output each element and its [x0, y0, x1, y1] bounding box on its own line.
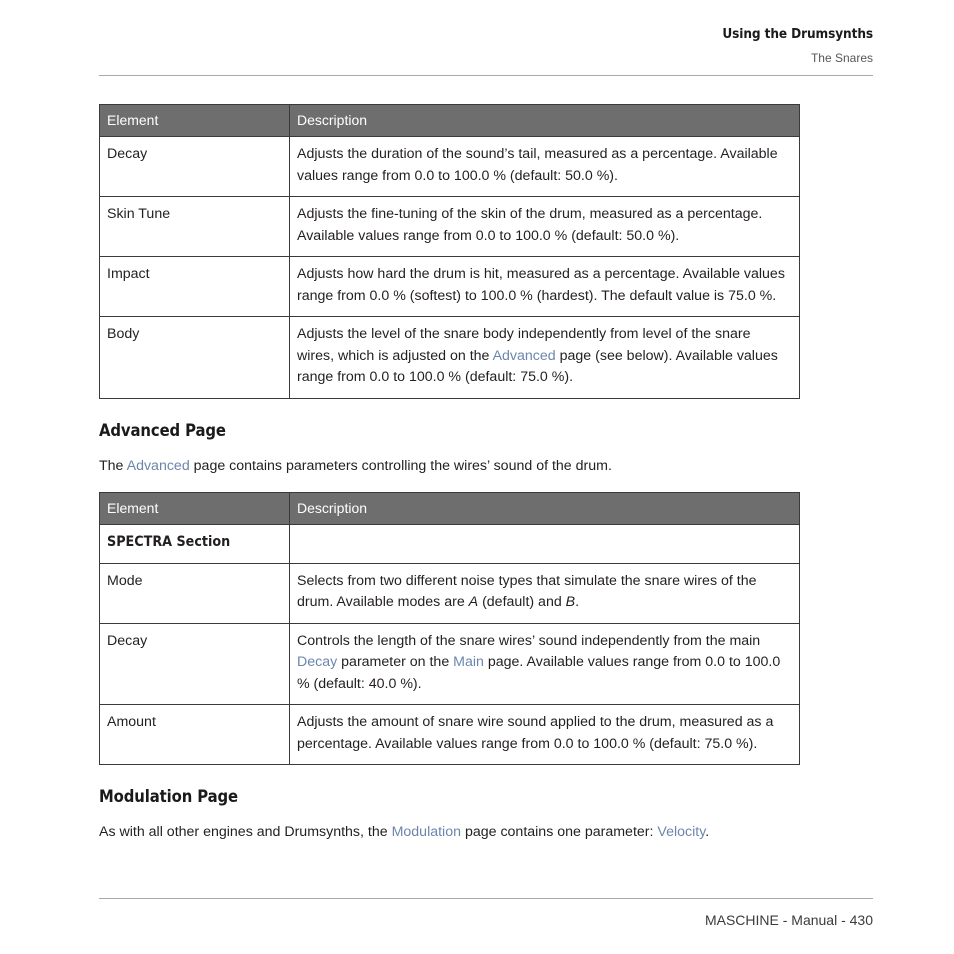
cross-reference-link-advanced[interactable]: Advanced	[493, 348, 556, 364]
paragraph-text: The	[99, 457, 127, 474]
element-name: Mode	[99, 562, 290, 623]
table-row: Body Adjusts the level of the snare body…	[99, 316, 800, 398]
cross-reference-link-velocity[interactable]: Velocity	[657, 824, 705, 840]
element-description: Adjusts the level of the snare body inde…	[289, 316, 800, 398]
table-row: Decay Controls the length of the snare w…	[99, 622, 800, 705]
advanced-parameter-table: Element Description SPECTRA Section Mode…	[99, 492, 800, 765]
column-header-element: Element	[99, 492, 290, 525]
footer-rule	[99, 898, 873, 899]
element-description: Adjusts the duration of the sound’s tail…	[290, 137, 800, 197]
element-name: Skin Tune	[99, 196, 290, 257]
paragraph-text: As with all other engines and Drumsynths…	[99, 824, 392, 840]
element-description: Adjusts the fine-tuning of the skin of t…	[289, 196, 800, 257]
paragraph-text: .	[705, 824, 710, 840]
description-text: parameter on the	[337, 654, 454, 670]
document-page: Using the Drumsynths The Snares Element …	[0, 0, 954, 954]
table-row: Skin Tune Adjusts the fine-tuning of the…	[99, 196, 800, 257]
element-description: Selects from two different noise types t…	[289, 562, 800, 623]
column-header-description: Description	[289, 104, 800, 137]
element-name: Decay	[99, 622, 290, 705]
table-row: Impact Adjusts how hard the drum is hit,…	[99, 256, 800, 317]
column-header-description: Description	[289, 492, 800, 525]
table-row: Amount Adjusts the amount of snare wire …	[99, 704, 800, 765]
description-text: Adjusts the duration of the sound’s tail…	[297, 146, 778, 184]
running-head-subtitle: The Snares	[810, 51, 873, 65]
page-content: Element Description Decay Adjusts the du…	[99, 104, 800, 844]
description-text: .	[575, 594, 580, 610]
element-name: Decay	[99, 136, 290, 197]
table-header-row: Element Description	[99, 492, 800, 525]
element-description: Adjusts how hard the drum is hit, measur…	[289, 256, 800, 317]
heading-advanced-page: Advanced Page	[99, 420, 226, 440]
element-name: Body	[99, 316, 290, 398]
cross-reference-link-advanced[interactable]: Advanced	[127, 458, 190, 474]
section-label: SPECTRA Section	[99, 524, 290, 563]
description-text: Adjusts the fine-tuning of the skin of t…	[297, 206, 763, 244]
cross-reference-link-decay[interactable]: Decay	[297, 654, 337, 670]
header-rule	[99, 75, 873, 76]
table-row-section-heading: SPECTRA Section	[99, 524, 800, 564]
element-description: Adjusts the amount of snare wire sound a…	[289, 704, 800, 765]
table-row: Decay Adjusts the duration of the sound’…	[99, 136, 800, 197]
mode-value-b: B	[565, 594, 576, 610]
mode-value-a: A	[468, 594, 479, 610]
description-text: Adjusts how hard the drum is hit, measur…	[297, 266, 785, 304]
running-head: Using the Drumsynths The Snares	[99, 26, 873, 66]
description-text: Adjusts the amount of snare wire sound a…	[297, 714, 774, 752]
table-row: Mode Selects from two different noise ty…	[99, 562, 800, 623]
description-text: (default) and	[478, 594, 566, 610]
paragraph-text: page contains parameters controlling the…	[189, 457, 612, 474]
running-head-title: Using the Drumsynths	[722, 26, 873, 42]
main-parameter-table: Element Description Decay Adjusts the du…	[99, 104, 800, 399]
paragraph-modulation-page: As with all other engines and Drumsynths…	[99, 822, 799, 844]
element-description	[290, 525, 800, 564]
paragraph-text: page contains one parameter:	[461, 824, 658, 840]
table-header-row: Element Description	[99, 104, 800, 137]
column-header-element: Element	[99, 104, 290, 137]
footer-text: MASCHINE - Manual - 430	[704, 912, 873, 928]
element-name: Amount	[99, 704, 290, 765]
element-description: Controls the length of the snare wires’ …	[289, 622, 800, 705]
description-text: Controls the length of the snare wires’ …	[297, 632, 761, 649]
cross-reference-link-modulation[interactable]: Modulation	[392, 824, 461, 840]
paragraph-advanced-page: The Advanced page contains parameters co…	[99, 456, 799, 478]
element-name: Impact	[99, 256, 290, 317]
heading-modulation-page: Modulation Page	[99, 787, 239, 806]
cross-reference-link-main[interactable]: Main	[453, 654, 484, 670]
